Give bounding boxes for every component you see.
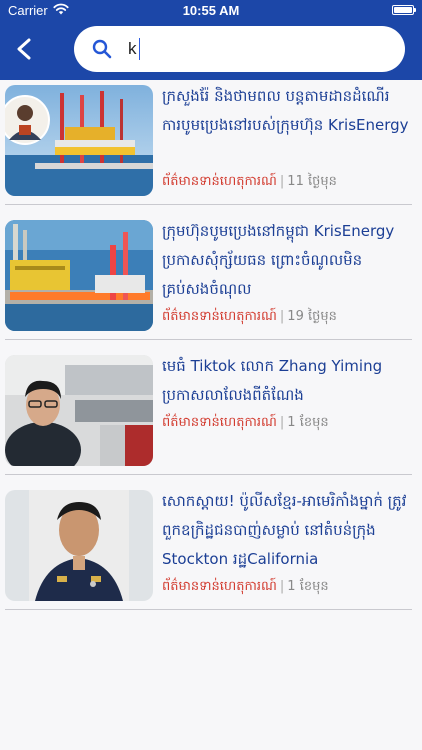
divider xyxy=(5,339,412,340)
article-category: ព័ត៌មានទាន់ហេតុការណ៍ xyxy=(162,579,277,594)
article-time: 1 ខែមុន xyxy=(287,415,329,430)
article-time: 1 ខែមុន xyxy=(287,579,329,594)
article-item[interactable]: ក្រុមហ៊ុនបូមប្រេងនៅកម្ពុជា KrisEnergy ប្… xyxy=(5,215,412,340)
divider xyxy=(5,204,412,205)
meta-separator: | xyxy=(279,579,285,594)
meta-separator: | xyxy=(279,174,285,189)
article-thumbnail xyxy=(5,85,153,196)
article-thumbnail xyxy=(5,355,153,466)
article-item[interactable]: ក្រសួងរ៉ែ និងថាមពល បន្តតាមដានដំណើរការបូម… xyxy=(5,80,412,205)
article-time: 11 ថ្ងៃមុន xyxy=(287,174,337,189)
text-cursor xyxy=(139,38,140,60)
battery-icon xyxy=(392,5,416,15)
article-title: សោកស្តាយ! ប៉ូលីសខ្មែរ-អាមេរិកាំងម្នាក់ ត… xyxy=(162,492,407,568)
search-bar[interactable] xyxy=(74,26,405,72)
article-category: ព័ត៌មានទាន់ហេតុការណ៍ xyxy=(162,174,277,189)
article-category: ព័ត៌មានទាន់ហេតុការណ៍ xyxy=(162,415,277,430)
article-title: ក្រុមហ៊ុនបូមប្រេងនៅកម្ពុជា KrisEnergy ប្… xyxy=(162,222,395,298)
article-thumbnail xyxy=(5,220,153,331)
status-time: 10:55 AM xyxy=(182,3,240,18)
article-title: ក្រសួងរ៉ែ និងថាមពល បន្តតាមដានដំណើរការបូម… xyxy=(162,87,409,134)
article-title: មេធំ Tiktok លោក Zhang Yiming ប្រកាសលាលែង… xyxy=(162,357,383,404)
article-meta: ព័ត៌មានទាន់ហេតុការណ៍ | 1 ខែមុន xyxy=(162,578,329,597)
search-icon xyxy=(92,39,112,59)
article-meta: ព័ត៌មានទាន់ហេតុការណ៍ | 19 ថ្ងៃមុន xyxy=(162,308,337,327)
back-button[interactable] xyxy=(10,34,38,64)
app-header: Carrier 10:55 AM xyxy=(0,0,422,80)
article-meta: ព័ត៌មានទាន់ហេតុការណ៍ | 1 ខែមុន xyxy=(162,414,329,433)
meta-separator: | xyxy=(279,415,285,430)
search-input[interactable] xyxy=(128,36,388,62)
article-thumbnail xyxy=(5,490,153,601)
article-meta: ព័ត៌មានទាន់ហេតុការណ៍ | 11 ថ្ងៃមុន xyxy=(162,173,337,192)
meta-separator: | xyxy=(279,309,285,324)
chevron-left-icon xyxy=(17,38,31,60)
status-bar: Carrier 10:55 AM xyxy=(0,0,422,22)
divider xyxy=(5,609,412,610)
article-item[interactable]: សោកស្តាយ! ប៉ូលីសខ្មែរ-អាមេរិកាំងម្នាក់ ត… xyxy=(5,485,412,610)
article-time: 19 ថ្ងៃមុន xyxy=(287,309,337,324)
article-category: ព័ត៌មានទាន់ហេតុការណ៍ xyxy=(162,309,277,324)
divider xyxy=(5,474,412,475)
article-item[interactable]: មេធំ Tiktok លោក Zhang Yiming ប្រកាសលាលែង… xyxy=(5,350,412,475)
